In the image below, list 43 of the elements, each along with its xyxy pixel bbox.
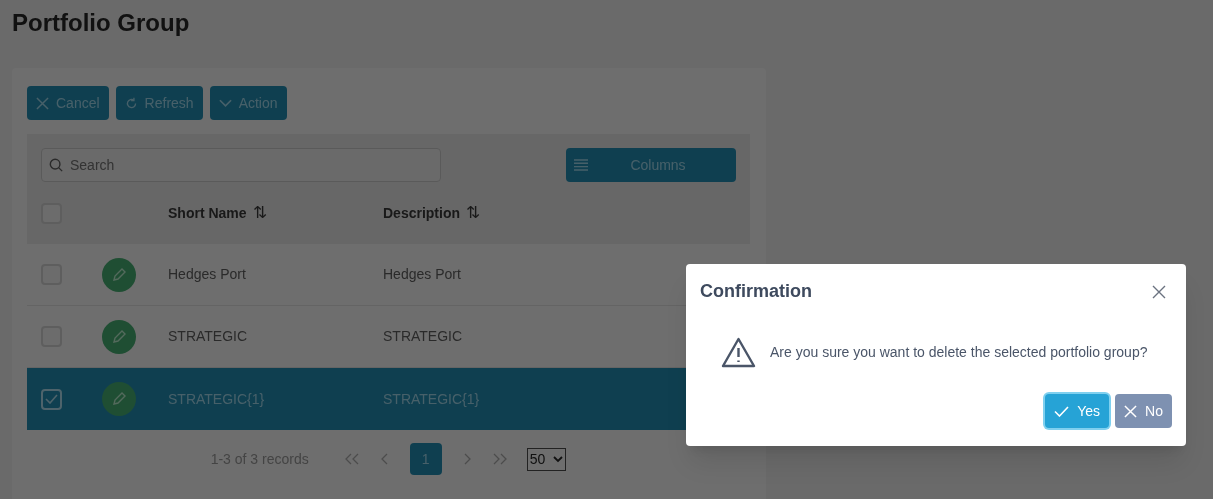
previous-page-icon[interactable] (380, 453, 388, 465)
last-page-icon[interactable] (492, 453, 507, 465)
list-icon (574, 159, 588, 171)
dialog-message: Are you sure you want to delete the selected portfolio group? (770, 342, 1148, 362)
table-cell: Hedges Port (383, 266, 461, 282)
checkbox[interactable] (41, 388, 62, 410)
caret-icon (553, 455, 564, 463)
table-cell: STRATEGIC{1} (168, 390, 265, 407)
yes-button[interactable]: Yes (1045, 394, 1110, 428)
sort-icon[interactable]: ⇅ (252, 200, 267, 226)
search-icon (49, 158, 63, 172)
page-size-select[interactable]: 50 (526, 447, 567, 471)
table-cell: Hedges Port (168, 266, 246, 282)
column-header[interactable]: Short Name (168, 202, 247, 224)
next-page-icon[interactable] (463, 453, 471, 465)
check-icon (1054, 405, 1070, 417)
first-page-icon[interactable] (344, 453, 359, 465)
table-cell: STRATEGIC{1} (383, 390, 480, 407)
pencil-icon (112, 329, 126, 344)
action-button[interactable]: Action (209, 86, 287, 120)
close-icon (1124, 404, 1138, 418)
dialog-title: Confirmation (700, 280, 812, 303)
no-button[interactable]: No (1115, 394, 1172, 428)
close-icon (36, 96, 49, 110)
page-title: Portfolio Group (12, 8, 191, 38)
table-cell: STRATEGIC (168, 328, 248, 344)
refresh-icon (124, 96, 138, 110)
check-icon (45, 394, 58, 404)
table-cell: STRATEGIC (383, 328, 463, 344)
warning-icon (721, 336, 756, 368)
columns-button[interactable]: Columns (566, 148, 736, 182)
edit-button[interactable] (102, 257, 136, 292)
sort-icon[interactable]: ⇅ (466, 200, 480, 226)
refresh-button[interactable]: Refresh (115, 86, 203, 120)
chevron-down-icon (218, 98, 232, 108)
cancel-button[interactable]: Cancel (27, 86, 109, 120)
pencil-icon (112, 267, 126, 282)
pencil-icon (112, 392, 126, 406)
page-button[interactable]: 1 (409, 443, 442, 475)
column-header[interactable]: Description (383, 202, 460, 224)
close-icon[interactable] (1152, 284, 1166, 299)
edit-button[interactable] (102, 382, 136, 416)
edit-button[interactable] (102, 319, 136, 354)
